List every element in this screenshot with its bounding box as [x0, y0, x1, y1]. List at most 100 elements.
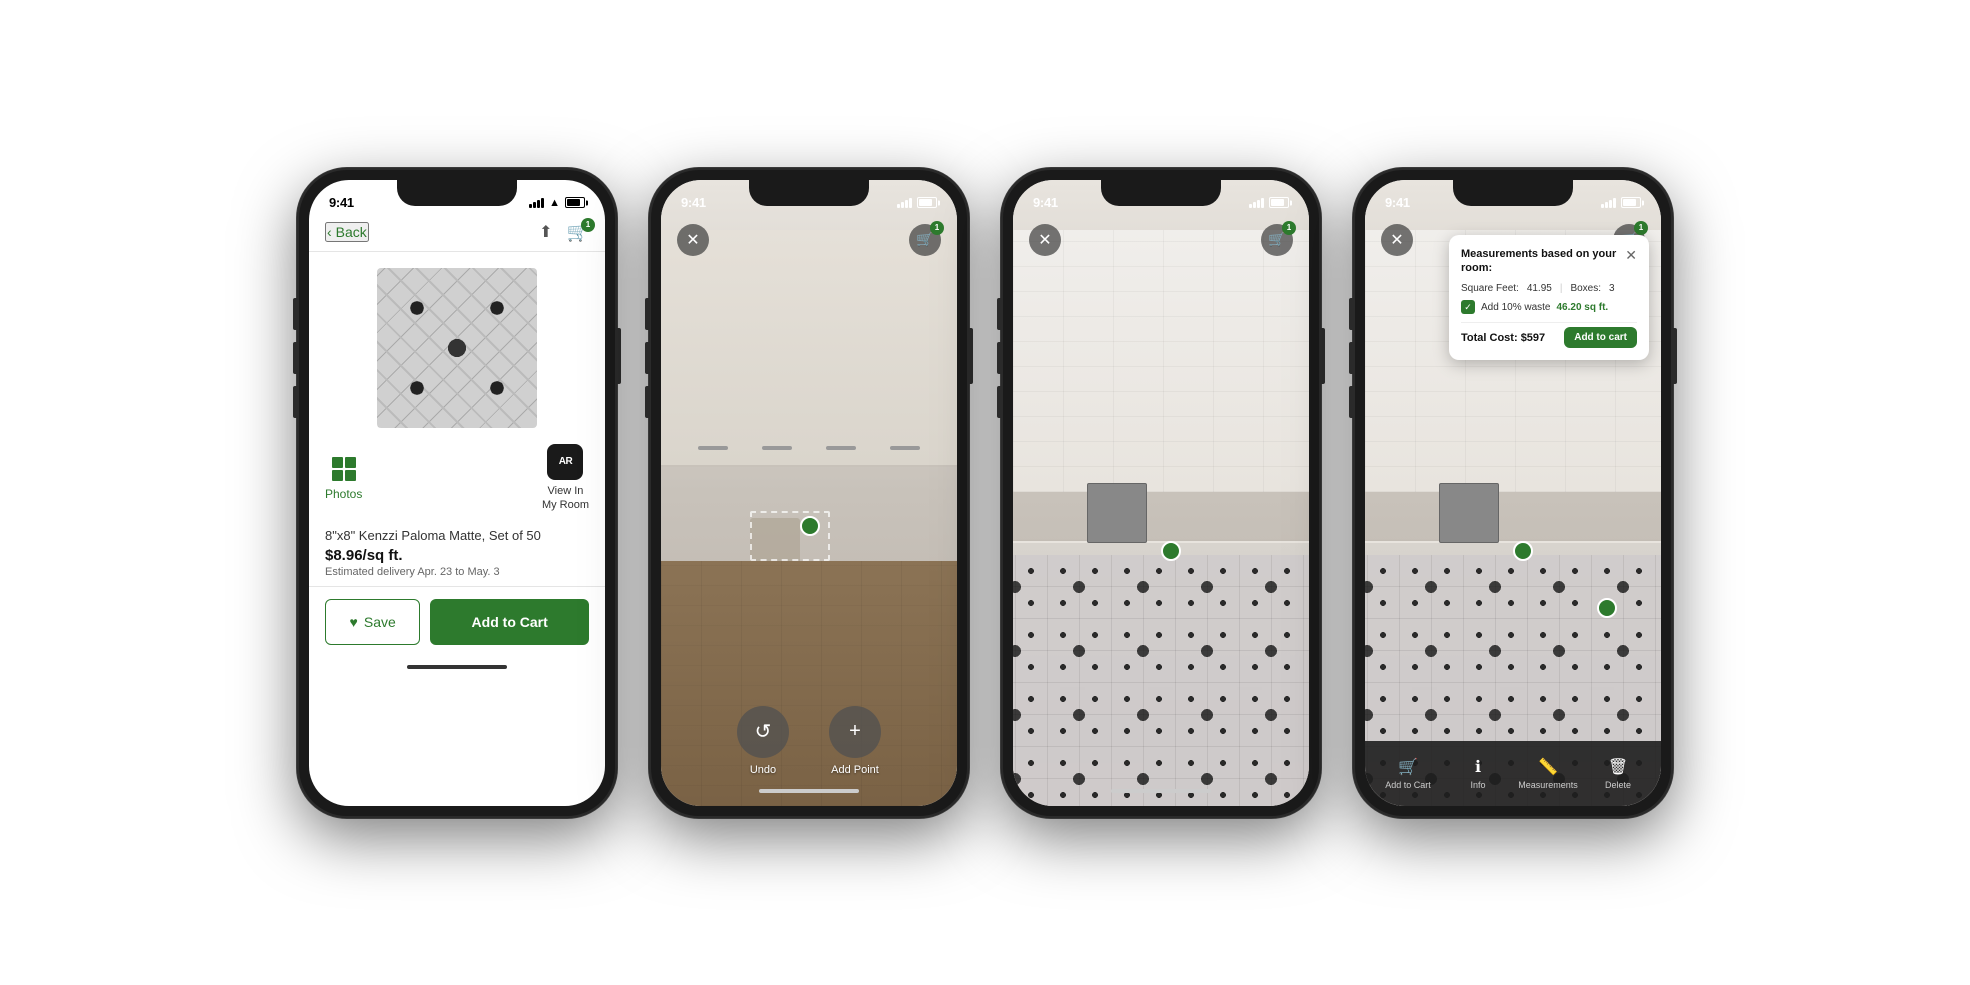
panel-metrics-row: Square Feet: 41.95 | Boxes: 3	[1461, 283, 1637, 294]
wifi-icon-1: ▲	[549, 197, 560, 209]
photos-icon	[330, 455, 358, 483]
waste-label: Add 10% waste	[1481, 302, 1551, 313]
home-indicator-1	[309, 657, 605, 677]
photos-button[interactable]: Photos	[325, 455, 362, 501]
status-icons-2	[897, 197, 937, 208]
panel-title: Measurements based on your room:	[1461, 247, 1617, 276]
oven-4	[1439, 483, 1499, 543]
tile-floor-3	[1013, 555, 1309, 805]
cart-count-3: 1	[1282, 221, 1296, 235]
photos-label: Photos	[325, 487, 362, 501]
phone-3-screen: 9:41	[1013, 180, 1309, 806]
undo-button[interactable]: ↺ Undo	[737, 706, 789, 776]
nav-actions-1: ⬆ 🛒 1	[539, 222, 589, 243]
phone-1-screen: 9:41 ▲ ‹ Back	[309, 180, 605, 806]
sq-ft-value: 41.95	[1527, 283, 1552, 294]
product-info: 8"x8" Kenzzi Paloma Matte, Set of 50 $8.…	[309, 520, 605, 586]
save-label: Save	[364, 614, 396, 630]
undo-icon: ↺	[737, 706, 789, 758]
tab-add-to-cart[interactable]: 🛒 Add to Cart	[1373, 757, 1443, 790]
heart-icon: ♥	[350, 614, 358, 630]
battery-icon-2	[917, 197, 937, 208]
cart-icon-ar-3: 🛒 1	[1261, 224, 1293, 256]
signal-icon-4	[1601, 198, 1616, 208]
tab-info[interactable]: ℹ Info	[1443, 757, 1513, 790]
ar-bottom-controls-2: ↺ Undo + Add Point	[661, 706, 957, 776]
status-bar-3: 9:41	[1013, 180, 1309, 218]
waste-check-row: ✓ Add 10% waste 46.20 sq ft.	[1461, 300, 1637, 314]
tab-delete-label: Delete	[1605, 780, 1631, 790]
measurement-panel: Measurements based on your room: ✕ Squar…	[1449, 235, 1649, 361]
add-to-cart-button[interactable]: Add to Cart	[430, 599, 589, 645]
tab-ruler-icon: 📏	[1538, 757, 1558, 777]
back-chevron-icon: ‹	[327, 224, 332, 240]
phone-4-screen: 9:41	[1365, 180, 1661, 806]
tab-trash-icon: 🗑	[1608, 757, 1628, 777]
ar-screen-2: 9:41	[661, 180, 957, 806]
ar-close-button-2[interactable]: ✕	[677, 224, 709, 256]
product-delivery: Estimated delivery Apr. 23 to May. 3	[325, 566, 589, 578]
tab-measurements[interactable]: 📏 Measurements	[1513, 757, 1583, 790]
nav-bar-1: ‹ Back ⬆ 🛒 1	[309, 218, 605, 252]
phone-3: 9:41	[1001, 168, 1321, 818]
boxes-label: Boxes:	[1570, 283, 1601, 294]
ar-tab-bar-4: 🛒 Add to Cart ℹ Info 📏 Measurements 🗑 De…	[1365, 741, 1661, 806]
measure-dot-4b	[1597, 598, 1617, 618]
total-value: $597	[1521, 332, 1545, 344]
back-button[interactable]: ‹ Back	[325, 222, 369, 242]
add-point-label: Add Point	[831, 764, 879, 776]
cart-icon[interactable]: 🛒 1	[567, 222, 589, 243]
product-image	[377, 268, 537, 428]
signal-icon-2	[897, 198, 912, 208]
product-actions: ♥ Save Add to Cart	[309, 586, 605, 657]
waste-value: 46.20 sq ft.	[1557, 302, 1609, 313]
oven-3	[1087, 483, 1147, 543]
cart-badge-ar-3[interactable]: 🛒 1	[1261, 224, 1293, 256]
time-3: 9:41	[1033, 195, 1058, 210]
tile-pattern	[377, 268, 537, 428]
ar-screen-3: 9:41	[1013, 180, 1309, 806]
cart-count-2: 1	[930, 221, 944, 235]
tab-delete[interactable]: 🗑 Delete	[1583, 757, 1653, 790]
boxes-value: 3	[1609, 283, 1615, 294]
panel-header: Measurements based on your room: ✕	[1461, 247, 1637, 276]
product-price: $8.96/sq ft.	[325, 547, 589, 564]
kitchen-background-3	[1013, 180, 1309, 806]
signal-icon-1	[529, 198, 544, 208]
ar-badge: AR	[547, 444, 583, 480]
view-options: Photos AR View InMy Room	[309, 444, 605, 513]
sq-ft-label: Square Feet:	[1461, 283, 1519, 294]
time-1: 9:41	[329, 195, 354, 210]
add-point-button[interactable]: + Add Point	[829, 706, 881, 776]
signal-icon-3	[1249, 198, 1264, 208]
status-icons-4	[1601, 197, 1641, 208]
home-indicator-2	[661, 781, 957, 801]
product-name: 8"x8" Kenzzi Paloma Matte, Set of 50	[325, 528, 589, 543]
cart-badge-ar-2[interactable]: 🛒 1	[909, 224, 941, 256]
tab-info-icon: ℹ	[1475, 757, 1481, 777]
ar-label: View InMy Room	[542, 484, 589, 513]
cart-badge: 1	[581, 218, 595, 232]
phone-4: 9:41	[1353, 168, 1673, 818]
ar-view-button[interactable]: AR View InMy Room	[542, 444, 589, 513]
waste-checkbox[interactable]: ✓	[1461, 300, 1475, 314]
status-bar-4: 9:41	[1365, 180, 1661, 218]
status-bar-2: 9:41	[661, 180, 957, 218]
ar-close-button-3[interactable]: ✕	[1029, 224, 1061, 256]
battery-icon-4	[1621, 197, 1641, 208]
share-icon[interactable]: ⬆	[539, 222, 552, 242]
panel-close-button[interactable]: ✕	[1625, 247, 1637, 264]
ar-close-button-4[interactable]: ✕	[1381, 224, 1413, 256]
phone-2: 9:41	[649, 168, 969, 818]
tab-measurements-label: Measurements	[1518, 780, 1578, 790]
total-label: Total Cost:	[1461, 332, 1518, 344]
save-button[interactable]: ♥ Save	[325, 599, 420, 645]
battery-icon-1	[565, 197, 585, 208]
panel-add-to-cart-button[interactable]: Add to cart	[1564, 327, 1637, 348]
tab-cart-icon: 🛒	[1398, 757, 1418, 777]
backsplash-3	[1013, 230, 1309, 493]
total-cost: Total Cost: $597	[1461, 332, 1545, 344]
add-point-icon: +	[829, 706, 881, 758]
panel-total-row: Total Cost: $597 Add to cart	[1461, 322, 1637, 348]
notch-1	[397, 180, 517, 206]
